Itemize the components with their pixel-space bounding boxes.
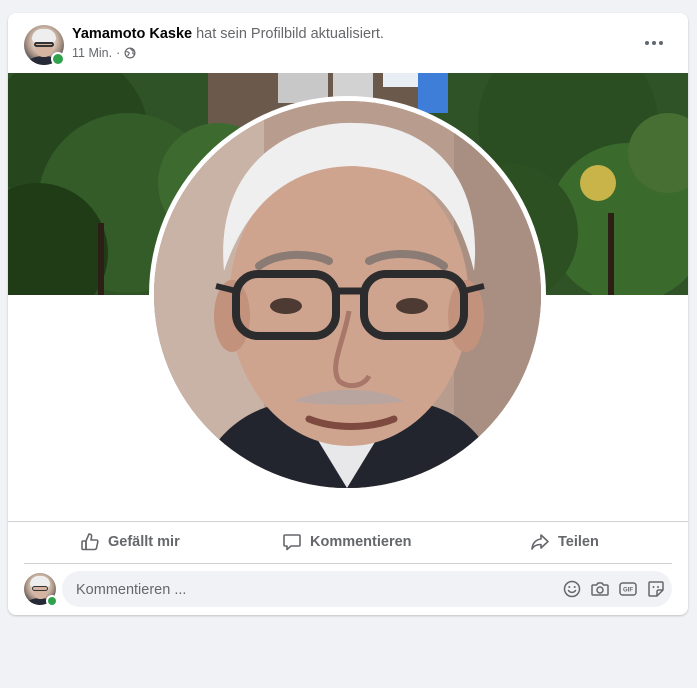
share-button[interactable]: Teilen [530, 522, 599, 562]
sticker-icon[interactable] [646, 579, 666, 599]
comment-composer[interactable]: GIF [62, 571, 672, 609]
like-label: Gefällt mir [108, 534, 180, 550]
gif-icon[interactable]: GIF [618, 579, 638, 599]
author-avatar[interactable] [24, 25, 65, 66]
globe-icon[interactable] [124, 47, 136, 59]
portrait-image [154, 101, 541, 488]
post-actions-bar: Gefällt mir Kommentieren Teilen [8, 521, 688, 564]
post-card: Yamamoto Kaske hat sein Profilbild aktua… [8, 13, 688, 615]
comment-bubble-icon [283, 534, 301, 551]
camera-icon[interactable] [590, 579, 610, 599]
like-button[interactable]: Gefällt mir [80, 522, 180, 562]
online-status-dot [51, 52, 65, 66]
commenter-avatar[interactable] [24, 573, 58, 607]
thumbs-up-icon [81, 533, 99, 551]
share-label: Teilen [558, 534, 599, 550]
author-name[interactable]: Yamamoto Kaske [72, 26, 192, 42]
svg-text:GIF: GIF [623, 588, 633, 594]
more-horizontal-icon [645, 41, 649, 45]
share-arrow-icon [531, 534, 549, 550]
more-options-button[interactable] [642, 33, 666, 53]
emoji-icon[interactable] [562, 579, 582, 599]
comment-button[interactable]: Kommentieren [282, 522, 412, 562]
post-action-text: hat sein Profilbild aktualisiert. [192, 26, 384, 42]
profile-photo[interactable] [154, 101, 541, 488]
comment-input[interactable] [74, 571, 518, 609]
comment-label: Kommentieren [310, 534, 412, 550]
separator: · [116, 46, 121, 60]
post-header: Yamamoto Kaske hat sein Profilbild aktua… [72, 26, 384, 60]
online-status-dot [46, 595, 58, 607]
post-timestamp[interactable]: 11 Min. [72, 46, 112, 60]
